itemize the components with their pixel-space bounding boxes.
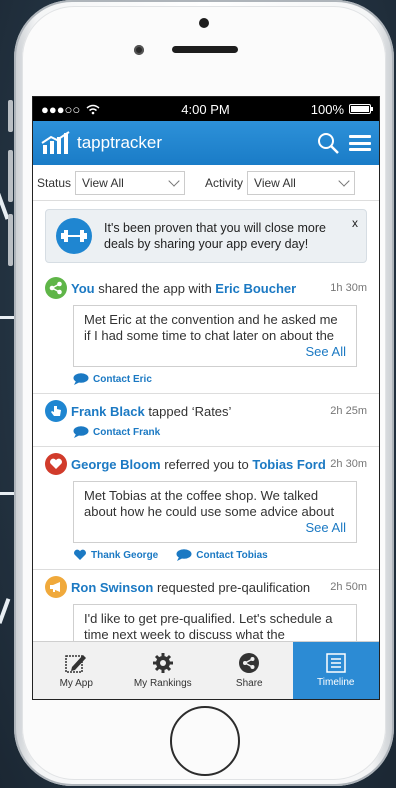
menu-icon[interactable] — [349, 135, 371, 151]
megaphone-icon — [45, 576, 67, 598]
dumbbell-icon — [56, 218, 92, 254]
note-text: Met Eric at the convention and he asked … — [84, 312, 338, 343]
phone-sensor — [199, 18, 209, 28]
note-text: Met Tobias at the coffee shop. We talked… — [84, 488, 335, 519]
target-name[interactable]: Tobias Ford — [252, 457, 325, 472]
battery-icon — [349, 104, 373, 114]
list-item[interactable]: Ron Swinson requested pre-qaulification … — [33, 570, 379, 641]
thank-button[interactable]: Thank George — [73, 549, 158, 561]
status-filter-label: Status — [37, 175, 72, 190]
status-time: 4:00 PM — [181, 101, 230, 117]
chevron-down-icon — [168, 174, 180, 187]
activity-verb: requested pre-qaulification — [153, 579, 311, 595]
actor-name[interactable]: Ron Swinson — [71, 580, 153, 595]
chevron-down-icon — [338, 174, 350, 187]
list-item[interactable]: Frank Black tapped ‘Rates’ 2h 25m Contac… — [33, 394, 379, 447]
contact-button[interactable]: Contact Frank — [73, 426, 160, 438]
actor-name[interactable]: You — [71, 281, 95, 296]
background-line — [0, 316, 14, 319]
activity-filter-value: View All — [254, 175, 296, 190]
tab-share[interactable]: Share — [206, 642, 293, 699]
actor-name[interactable]: George Bloom — [71, 457, 161, 472]
share-icon — [45, 277, 67, 299]
tip-banner: It's been proven that you will close mor… — [45, 209, 367, 263]
app-header: tapptracker — [33, 121, 379, 165]
timestamp: 2h 30m — [330, 458, 367, 470]
contact-button[interactable]: Contact Tobias — [176, 549, 268, 561]
tab-my-rankings[interactable]: My Rankings — [120, 642, 207, 699]
activity-verb: referred you to — [160, 456, 253, 472]
list-icon — [326, 653, 346, 673]
tip-text: It's been proven that you will close mor… — [104, 221, 326, 251]
activity-filter-select[interactable]: View All — [247, 170, 356, 195]
status-filter-value: View All — [82, 175, 124, 190]
activity-note: Met Eric at the convention and he asked … — [73, 305, 357, 367]
status-bar: ●●●○○ 4:00 PM 100% — [33, 97, 379, 121]
background-line — [0, 598, 11, 624]
phone-camera — [134, 45, 144, 55]
tapptracker-logo-icon — [41, 131, 70, 154]
phone-speaker — [172, 46, 238, 53]
tab-timeline[interactable]: Timeline — [292, 642, 379, 699]
see-all-link[interactable]: See All — [84, 344, 346, 360]
home-button[interactable] — [170, 706, 240, 776]
activity-note: I'd like to get pre-qualified. Let's sch… — [73, 604, 357, 641]
phone-side-button — [8, 214, 13, 266]
list-item[interactable]: George Bloom referred you to Tobias Ford… — [33, 447, 379, 570]
battery-percent: 100% — [310, 101, 344, 117]
activity-verb: shared the app with — [94, 280, 216, 296]
contact-button[interactable]: Contact Eric — [73, 373, 152, 385]
activity-note: Met Tobias at the coffee shop. We talked… — [73, 481, 357, 543]
activity-filter-label: Activity — [205, 175, 244, 190]
edit-icon — [65, 655, 87, 673]
chat-bubble-icon — [73, 426, 89, 438]
background-line — [0, 492, 14, 495]
heart-icon — [45, 453, 67, 475]
actor-name[interactable]: Frank Black — [71, 404, 145, 419]
chat-bubble-icon — [176, 549, 192, 561]
timeline-feed[interactable]: It's been proven that you will close mor… — [33, 201, 379, 641]
search-icon[interactable] — [317, 132, 339, 154]
see-all-link[interactable]: See All — [84, 520, 346, 536]
app-title: tapptracker — [77, 133, 163, 152]
timestamp: 2h 25m — [330, 405, 367, 417]
heart-icon — [74, 549, 86, 560]
filter-bar: Status View All Activity View All — [33, 165, 379, 201]
phone-side-button — [8, 100, 13, 132]
close-tip-button[interactable]: x — [352, 216, 358, 230]
timestamp: 2h 50m — [330, 581, 367, 593]
chat-bubble-icon — [73, 373, 89, 385]
phone-screen: ●●●○○ 4:00 PM 100% tapptracker Status Vi… — [32, 96, 380, 700]
status-filter-select[interactable]: View All — [75, 170, 186, 195]
gear-icon — [152, 653, 173, 673]
tab-bar: My App My Rankings Share Timeline — [33, 641, 379, 699]
activity-verb: tapped ‘Rates’ — [144, 403, 232, 419]
share-icon — [239, 653, 260, 673]
note-text: I'd like to get pre-qualified. Let's sch… — [84, 611, 333, 641]
tap-hand-icon — [45, 400, 67, 422]
list-item[interactable]: You shared the app with Eric Boucher 1h … — [33, 271, 379, 394]
phone-side-button — [8, 150, 13, 202]
wifi-icon — [86, 104, 100, 114]
signal-indicator: ●●●○○ — [41, 101, 81, 117]
tab-my-app[interactable]: My App — [33, 642, 120, 699]
timestamp: 1h 30m — [330, 282, 367, 294]
target-name[interactable]: Eric Boucher — [215, 281, 296, 296]
